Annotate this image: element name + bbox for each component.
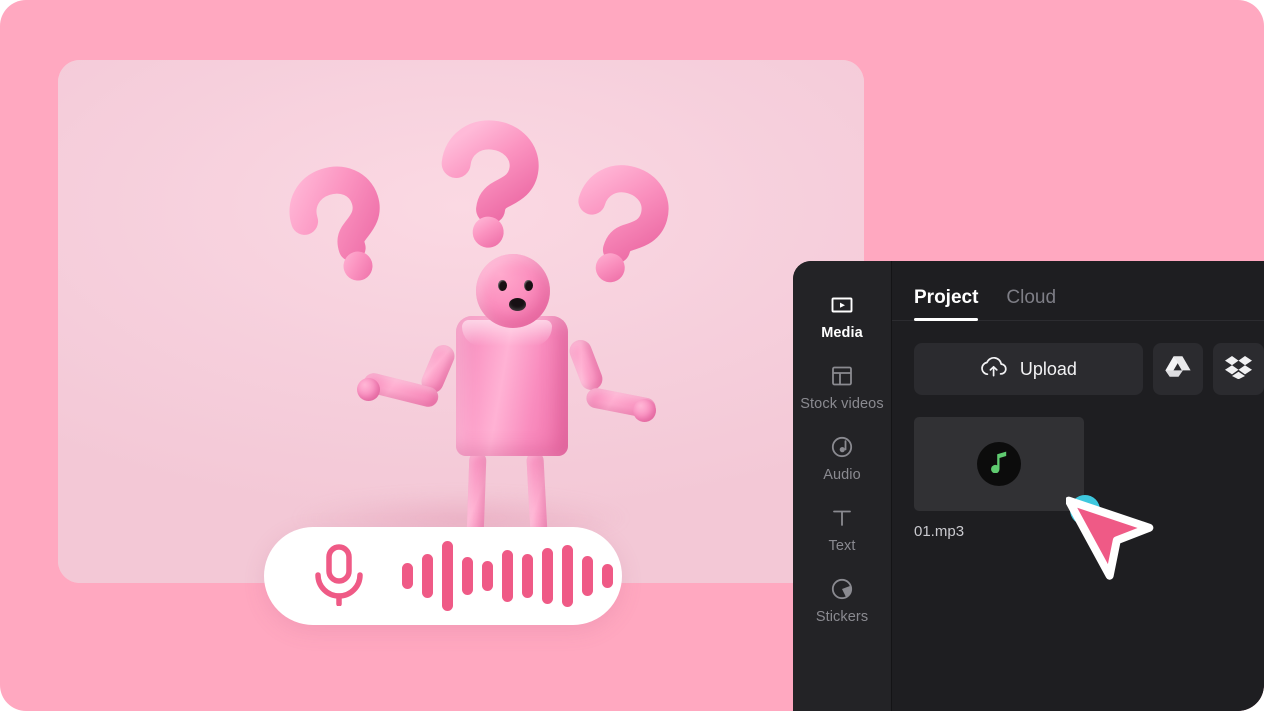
- confused-character-illustration: [58, 60, 864, 583]
- panel-tabs: Project Cloud: [892, 261, 1264, 321]
- voice-recording-widget[interactable]: [264, 527, 622, 625]
- sidebar-item-label: Stock videos: [800, 396, 884, 412]
- sidebar-item-label: Media: [821, 325, 863, 341]
- waveform-bar: [502, 550, 513, 602]
- waveform-bar: [402, 563, 413, 589]
- media-list-item[interactable]: + 01.mp3: [914, 417, 1100, 540]
- google-drive-button[interactable]: [1152, 343, 1204, 395]
- microphone-icon[interactable]: [310, 542, 368, 611]
- waveform-bar: [582, 556, 593, 596]
- question-mark-center-icon: [428, 120, 550, 250]
- google-drive-icon: [1165, 355, 1191, 383]
- character-mouth: [509, 298, 526, 311]
- cloud-upload-icon: [980, 356, 1007, 383]
- character-eye-right: [524, 280, 533, 291]
- editor-content: Project Cloud Upload + 01.mp3: [892, 261, 1264, 711]
- tab-project[interactable]: Project: [914, 287, 979, 321]
- character-right-upper-arm: [566, 336, 606, 394]
- upload-button[interactable]: Upload: [914, 343, 1143, 395]
- layout-grid-icon: [830, 364, 854, 388]
- character-left-hand: [357, 378, 380, 401]
- character-torso: [456, 316, 568, 456]
- video-preview-panel[interactable]: [58, 60, 864, 583]
- waveform-bar: [522, 554, 533, 598]
- dropbox-icon: [1225, 355, 1253, 384]
- media-editor-panel: Media Stock videos Audio Text Stickers P…: [793, 261, 1264, 711]
- sidebar-item-label: Text: [828, 538, 856, 554]
- media-play-icon: [830, 293, 854, 317]
- sidebar-item-text[interactable]: Text: [793, 496, 892, 563]
- waveform-bar: [542, 548, 553, 604]
- add-to-timeline-button[interactable]: +: [1070, 495, 1100, 525]
- waveform-bar: [602, 564, 613, 588]
- sidebar-item-stock-videos[interactable]: Stock videos: [793, 354, 892, 421]
- character-right-hand: [633, 399, 656, 422]
- media-filename: 01.mp3: [914, 523, 965, 540]
- waveform-bar: [422, 554, 433, 598]
- sidebar-item-label: Stickers: [815, 609, 869, 625]
- waveform-bar: [462, 557, 473, 595]
- music-note-icon: [989, 451, 1009, 478]
- waveform-bar: [442, 541, 453, 611]
- tab-cloud[interactable]: Cloud: [1006, 287, 1056, 320]
- waveform-bar: [562, 545, 573, 607]
- upload-actions-row: Upload: [892, 321, 1264, 395]
- audio-disc-background: [977, 442, 1021, 486]
- media-grid: + 01.mp3: [892, 395, 1264, 540]
- question-mark-right-icon: [558, 165, 676, 287]
- question-mark-left-icon: [280, 166, 398, 287]
- audio-waveform: [402, 540, 613, 612]
- sidebar-item-label: Audio: [823, 467, 861, 483]
- sticker-pie-icon: [830, 577, 854, 601]
- media-thumbnail[interactable]: +: [914, 417, 1100, 525]
- app-window: Media Stock videos Audio Text Stickers P…: [0, 0, 1264, 711]
- character-head: [476, 254, 550, 328]
- audio-disc-icon: [830, 435, 854, 459]
- waveform-bar: [482, 561, 493, 591]
- dropbox-button[interactable]: [1213, 343, 1264, 395]
- upload-button-label: Upload: [1019, 358, 1077, 379]
- text-t-icon: [830, 506, 854, 530]
- sidebar-item-audio[interactable]: Audio: [793, 425, 892, 492]
- sidebar-item-media[interactable]: Media: [793, 283, 892, 350]
- character-eye-left: [498, 280, 507, 291]
- editor-sidebar: Media Stock videos Audio Text Stickers: [793, 261, 892, 711]
- sidebar-item-stickers[interactable]: Stickers: [793, 567, 892, 634]
